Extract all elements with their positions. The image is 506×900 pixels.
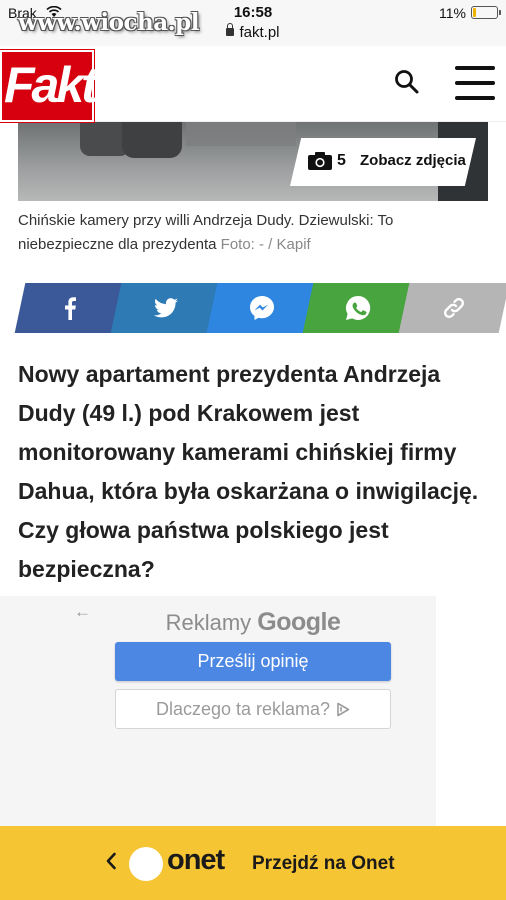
ad-header: Reklamy Google: [0, 608, 506, 637]
share-twitter-button[interactable]: [110, 283, 222, 333]
watermark: www.wiocha.pl: [18, 9, 199, 36]
hero-photo-fence: [186, 122, 296, 146]
article-lead: Nowy apartament prezydenta Andrzeja Dudy…: [18, 361, 479, 582]
onet-logo: onet: [167, 844, 225, 876]
whatsapp-icon: [345, 295, 371, 320]
chevron-left-icon[interactable]: [104, 850, 118, 872]
photo-credit: Foto: - / Kapif: [220, 236, 311, 253]
share-facebook-button[interactable]: [14, 283, 126, 333]
menu-line: [455, 96, 495, 100]
onet-bottom-bar[interactable]: onet Przejdź na Onet: [0, 826, 506, 900]
gallery-label: Zobacz zdjęcia: [360, 152, 466, 169]
fakt-logo[interactable]: Fakt: [0, 49, 98, 123]
battery-level: [473, 8, 476, 17]
facebook-icon: [65, 297, 76, 320]
url-label: fakt.pl: [239, 24, 280, 41]
search-icon[interactable]: [393, 68, 421, 96]
battery-percent: 11%: [439, 5, 466, 21]
battery-icon: [471, 6, 501, 19]
lock-icon: [226, 23, 235, 36]
hamburger-menu-icon[interactable]: [455, 66, 495, 100]
messenger-icon: [250, 296, 274, 320]
menu-line: [455, 81, 495, 85]
go-to-onet-link[interactable]: Przejdź na Onet: [252, 853, 395, 875]
why-this-ad-button[interactable]: Dlaczego ta reklama?: [115, 689, 391, 729]
ad-header-prefix: Reklamy: [165, 610, 252, 635]
camera-icon: [308, 152, 332, 170]
google-logo: Google: [257, 608, 341, 636]
twitter-icon: [154, 298, 178, 318]
onet-logo-circle: [129, 847, 163, 881]
share-messenger-button[interactable]: [206, 283, 318, 333]
why-this-ad-label: Dlaczego ta reklama?: [155, 699, 331, 719]
site-header: Fakt: [0, 46, 506, 123]
link-icon: [443, 297, 465, 319]
copy-link-button[interactable]: [398, 283, 506, 333]
google-ad-panel: ← Reklamy Google Prześlij opinię Dlaczeg…: [0, 596, 436, 826]
share-bar: [14, 283, 506, 333]
gallery-button[interactable]: 5 Zobacz zdjęcia: [290, 138, 476, 186]
send-feedback-button[interactable]: Prześlij opinię: [115, 642, 391, 681]
adchoices-icon: [337, 702, 350, 717]
gallery-count: 5: [337, 152, 346, 169]
hero-photo-bin: [122, 122, 182, 158]
logo-text: Fakt: [4, 57, 98, 113]
image-caption: Chińskie kamery przy willi Andrzeja Dudy…: [18, 209, 488, 257]
hero-image[interactable]: 5 Zobacz zdjęcia: [18, 122, 488, 201]
share-whatsapp-button[interactable]: [302, 283, 414, 333]
menu-line: [455, 66, 495, 70]
caption-text: Chińskie kamery przy willi Andrzeja Dudy…: [18, 212, 394, 253]
